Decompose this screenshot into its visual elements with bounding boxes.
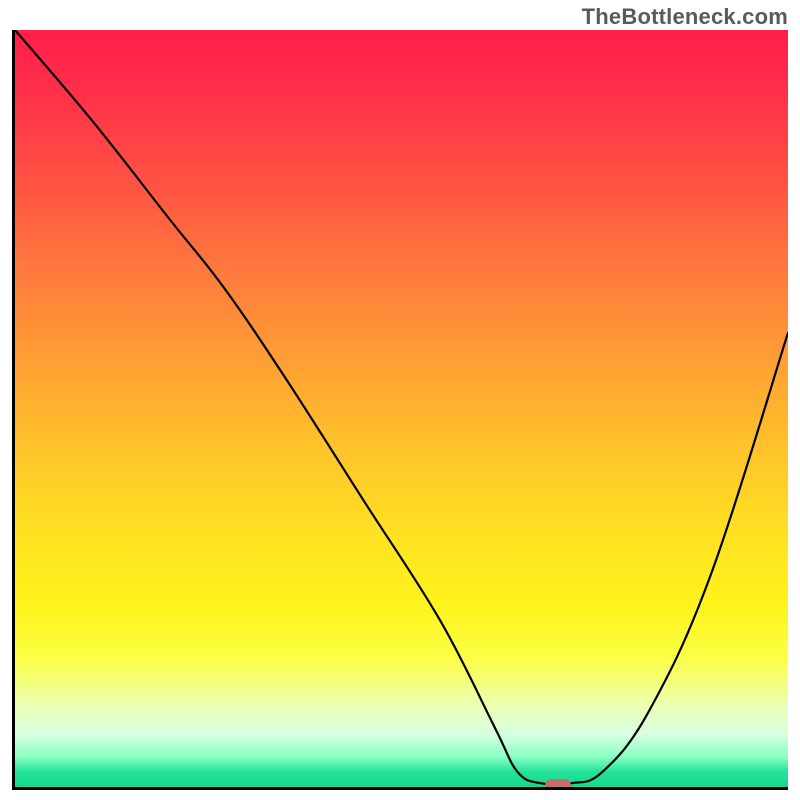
optimal-marker-icon	[545, 779, 571, 790]
plot-area	[12, 30, 788, 790]
chart-frame: TheBottleneck.com	[0, 0, 800, 800]
bottleneck-curve	[15, 30, 788, 787]
watermark-text: TheBottleneck.com	[582, 4, 788, 30]
